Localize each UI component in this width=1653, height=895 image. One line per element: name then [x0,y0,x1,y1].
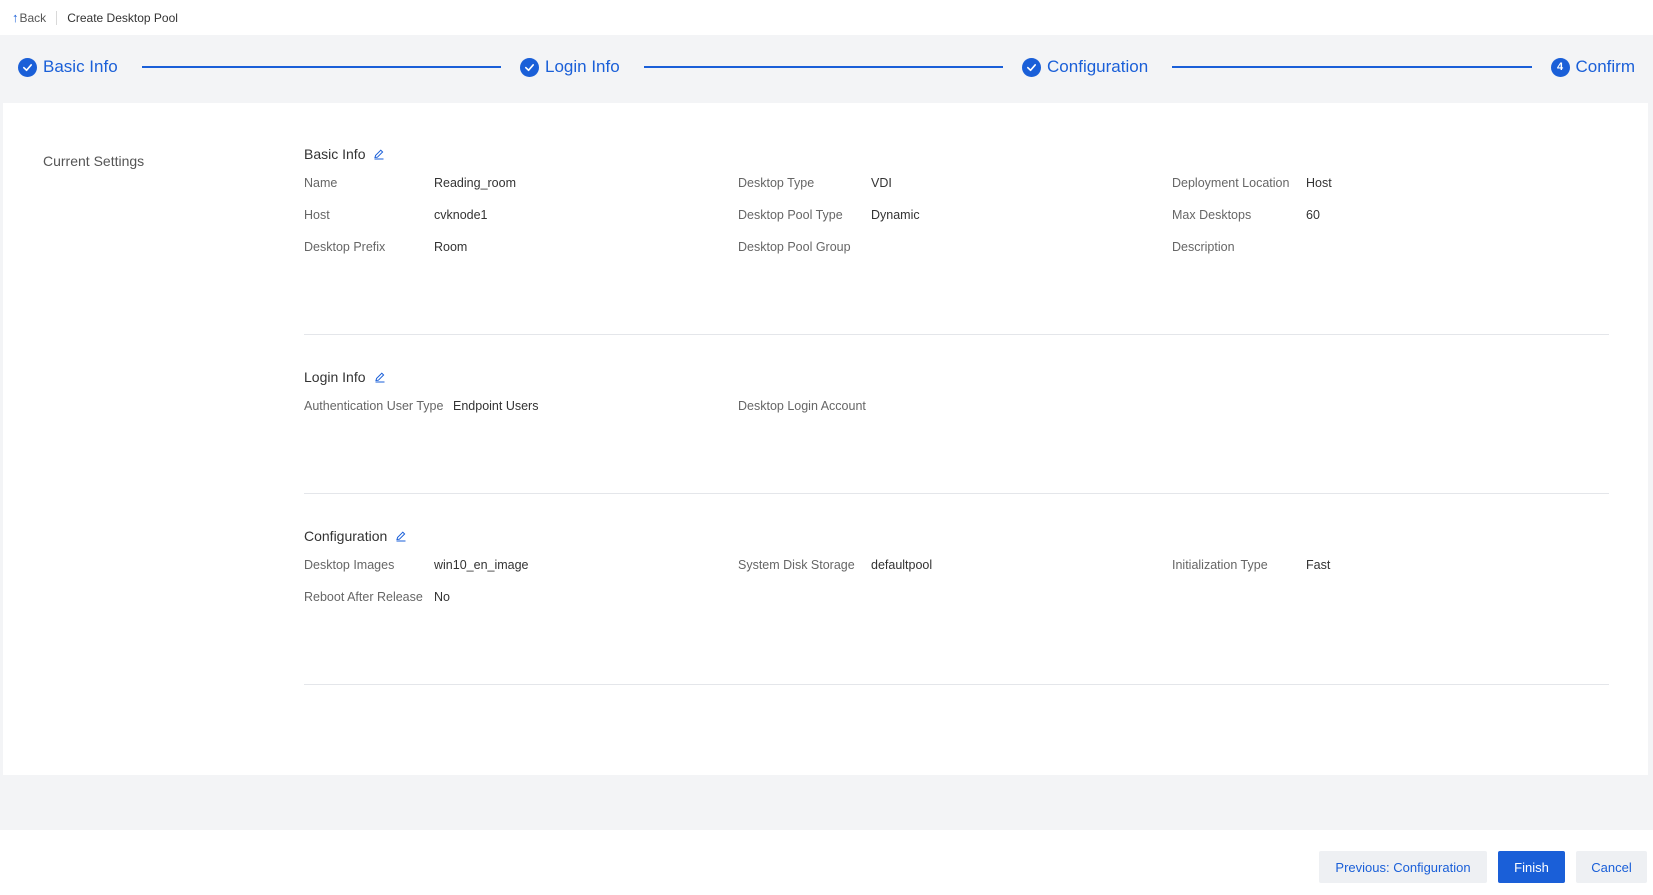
check-icon [1022,57,1042,77]
prefix-label: Desktop Prefix [304,240,386,254]
check-icon [520,57,539,77]
pool-type-label: Desktop Pool Type [738,208,843,222]
init-type-label: Initialization Type [1172,558,1268,572]
section-divider [304,684,1609,685]
host-label: Host [304,208,330,222]
name-value: Reading_room [434,176,516,190]
page-title: Create Desktop Pool [67,10,178,25]
section-title: Configuration [304,528,388,544]
back-button[interactable]: ↑ Back [12,10,46,25]
previous-button[interactable]: Previous: Configuration [1319,851,1487,883]
step-connector [643,66,1004,68]
basic-info-section: Basic Info Name Reading_room Desktop Typ… [304,146,1609,272]
disk-label: System Disk Storage [738,558,855,572]
step-connector [141,66,501,68]
top-bar: ↑ Back Create Desktop Pool [0,0,1653,35]
cancel-button[interactable]: Cancel [1576,851,1647,883]
step-number-badge: 4 [1550,57,1570,77]
step-login-info: Login Info [520,57,620,77]
images-label: Desktop Images [304,558,395,572]
step-label: Confirm [1575,57,1636,76]
check-icon [18,57,37,77]
description-label: Description [1172,240,1235,254]
edit-icon[interactable] [373,148,385,160]
step-configuration: Configuration [1022,57,1148,77]
init-type-value: Fast [1306,558,1331,572]
wizard-steps: Basic Info Login Info Configuration 4 Co… [0,36,1653,98]
section-title: Basic Info [304,146,366,162]
finish-button[interactable]: Finish [1498,851,1565,883]
max-desktops-label: Max Desktops [1172,208,1252,222]
pool-type-value: Dynamic [871,208,920,222]
host-value: cvknode1 [434,208,488,222]
arrow-up-icon: ↑ [12,10,19,25]
settings-panel: Current Settings Basic Info Name Reading… [3,103,1648,775]
footer-bar: Previous: Configuration Finish Cancel [0,830,1653,895]
name-label: Name [304,176,338,190]
auth-type-label: Authentication User Type [304,399,444,413]
max-desktops-value: 60 [1306,208,1320,222]
section-title: Login Info [304,369,366,385]
back-label: Back [19,10,47,25]
configuration-section: Configuration Desktop Images win10_en_im… [304,528,1609,622]
section-divider [304,493,1609,494]
step-label: Basic Info [43,57,118,76]
deployment-location-value: Host [1306,176,1332,190]
divider [56,10,58,25]
login-info-section: Login Info Authentication User Type Endp… [304,369,1609,431]
step-basic-info: Basic Info [18,57,118,77]
auth-type-value: Endpoint Users [453,399,539,413]
section-divider [304,334,1609,335]
step-connector [1172,66,1532,68]
edit-icon[interactable] [395,530,407,542]
step-label: Configuration [1047,57,1149,76]
edit-icon[interactable] [374,371,386,383]
current-settings-title: Current Settings [43,153,145,169]
login-account-label: Desktop Login Account [738,399,866,413]
prefix-value: Room [434,240,468,254]
deployment-location-label: Deployment Location [1172,176,1290,190]
reboot-label: Reboot After Release [304,590,423,604]
desktop-type-value: VDI [871,176,892,190]
step-label: Login Info [545,57,620,76]
step-confirm: 4 Confirm [1550,57,1636,77]
images-value: win10_en_image [434,558,529,572]
disk-value: defaultpool [871,558,933,572]
reboot-value: No [434,590,450,604]
desktop-type-label: Desktop Type [738,176,815,190]
pool-group-label: Desktop Pool Group [738,240,851,254]
